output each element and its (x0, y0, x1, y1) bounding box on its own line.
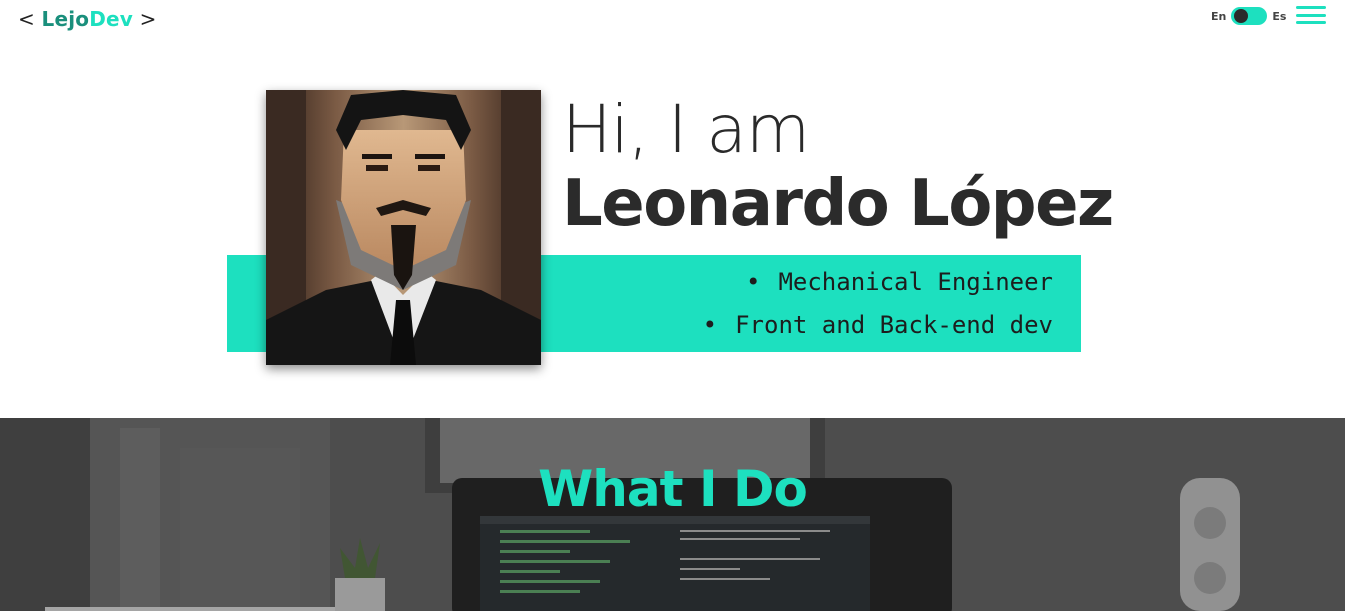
roles-list: • Mechanical Engineer • Front and Back-end… (703, 264, 1053, 350)
menu-line (1296, 6, 1326, 9)
logo-name-part-a: Lejo (41, 7, 90, 31)
language-toggle[interactable] (1231, 7, 1268, 25)
portrait-illustration (266, 90, 541, 365)
list-item: • Mechanical Engineer (703, 264, 1053, 307)
bullet: • (702, 311, 718, 339)
logo-bracket-open: < (18, 7, 42, 31)
logo-name-part-b: Dev (89, 7, 134, 31)
list-item: • Front and Back-end dev (703, 307, 1053, 350)
bullet: • (746, 268, 761, 296)
what-i-do-section: What I Do (0, 418, 1345, 611)
site-logo[interactable]: < LejoDev > (18, 7, 157, 31)
hero-name: Leonardo López (562, 167, 1114, 241)
role-label: Mechanical Engineer (778, 268, 1053, 296)
section-title: What I Do (538, 460, 808, 518)
menu-line (1296, 21, 1326, 24)
logo-bracket-close: > (133, 7, 157, 31)
toggle-knob (1234, 9, 1249, 23)
language-label-en: En (1211, 9, 1227, 23)
language-switch: En Es (1211, 7, 1286, 25)
hero-greeting: Hi, I am (562, 91, 810, 168)
profile-portrait (266, 90, 541, 365)
language-label-es: Es (1272, 9, 1287, 23)
menu-line (1296, 13, 1326, 17)
role-label: Front and Back-end dev (735, 311, 1053, 339)
logo-name: LejoDev (42, 7, 134, 31)
hamburger-menu-icon[interactable] (1296, 6, 1326, 24)
